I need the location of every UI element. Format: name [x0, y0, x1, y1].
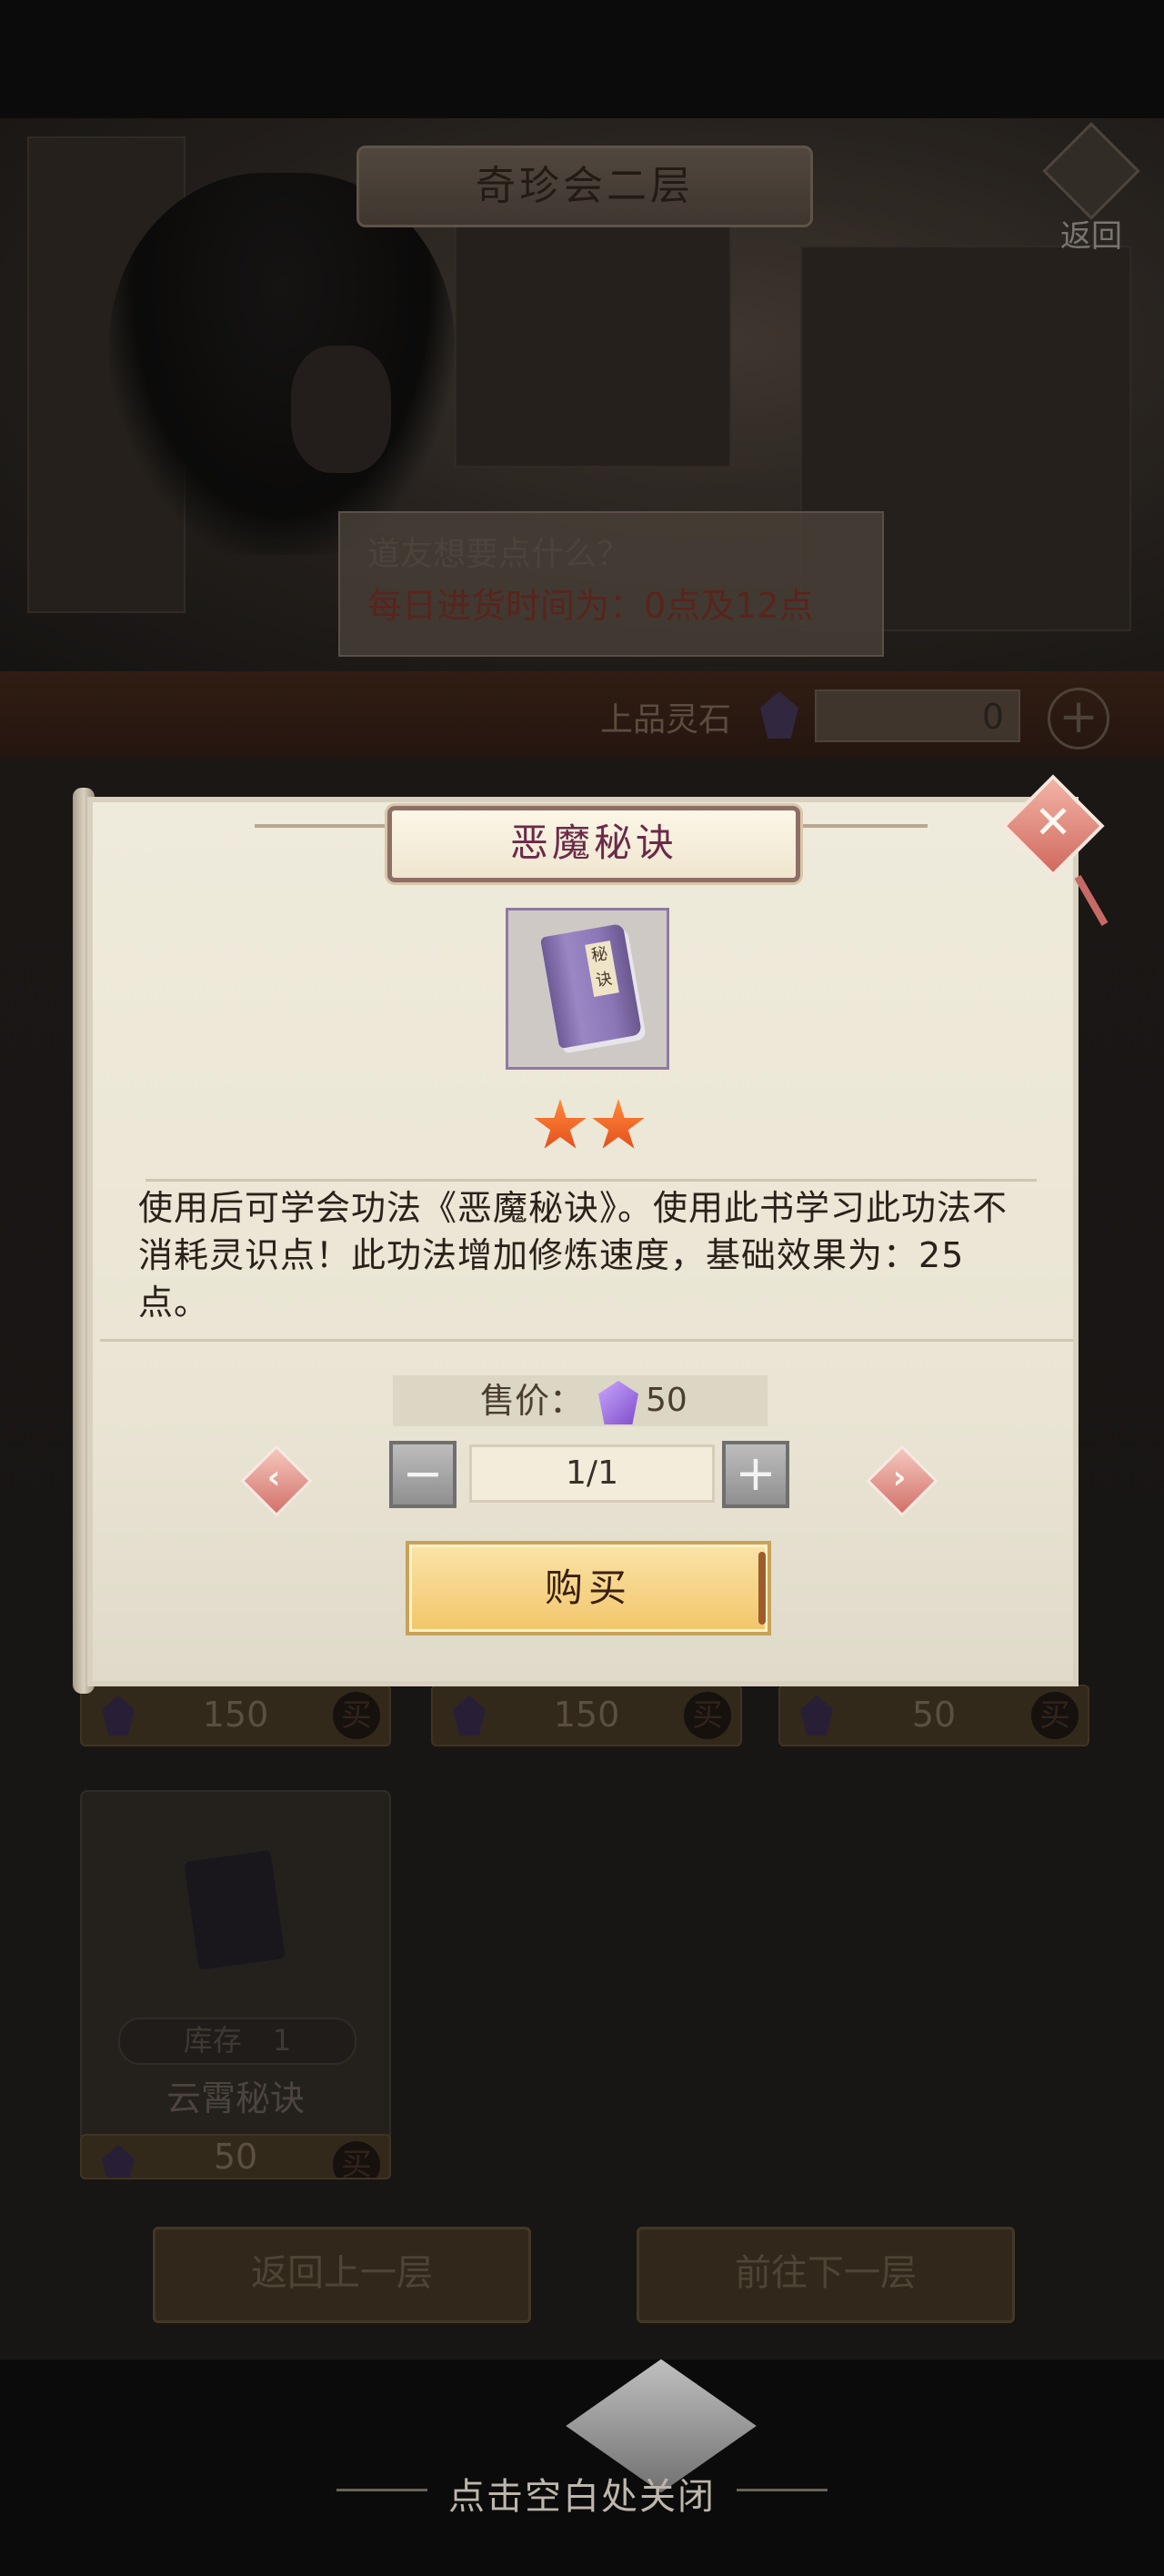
decrease-quantity-button[interactable]: −	[389, 1441, 457, 1508]
increase-quantity-button[interactable]: +	[722, 1441, 789, 1508]
price-row: 售价： 50	[393, 1375, 768, 1426]
chevron-left-icon: ‹	[266, 1459, 281, 1496]
button-rod	[758, 1552, 766, 1625]
close-icon[interactable]: ✕	[1024, 793, 1082, 851]
spirit-stone-icon	[598, 1381, 638, 1424]
divider	[146, 1179, 1037, 1182]
price-value: 50	[646, 1382, 687, 1419]
dialog-title: 恶魔秘诀	[387, 806, 800, 882]
price-label: 售价：	[480, 1381, 585, 1421]
hint-decoration	[737, 2489, 828, 2491]
chevron-right-icon: ›	[892, 1459, 907, 1496]
quantity-field[interactable]: 1/1	[469, 1444, 715, 1503]
close-hint[interactable]: 点击空白处关闭	[0, 2467, 1164, 2520]
item-description: 使用后可学会功法《恶魔秘诀》。使用此书学习此功法不消耗灵识点！此功法增加修炼速度…	[138, 1188, 1008, 1323]
buy-button[interactable]: 购买	[406, 1541, 771, 1635]
divider	[100, 1339, 1073, 1342]
